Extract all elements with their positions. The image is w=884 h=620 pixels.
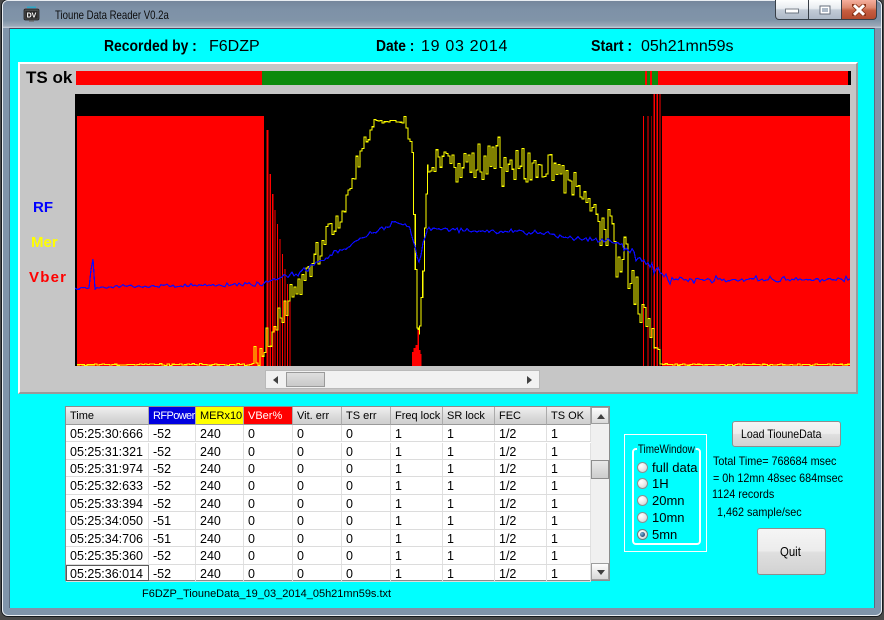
svg-text:DV: DV [27, 13, 37, 20]
